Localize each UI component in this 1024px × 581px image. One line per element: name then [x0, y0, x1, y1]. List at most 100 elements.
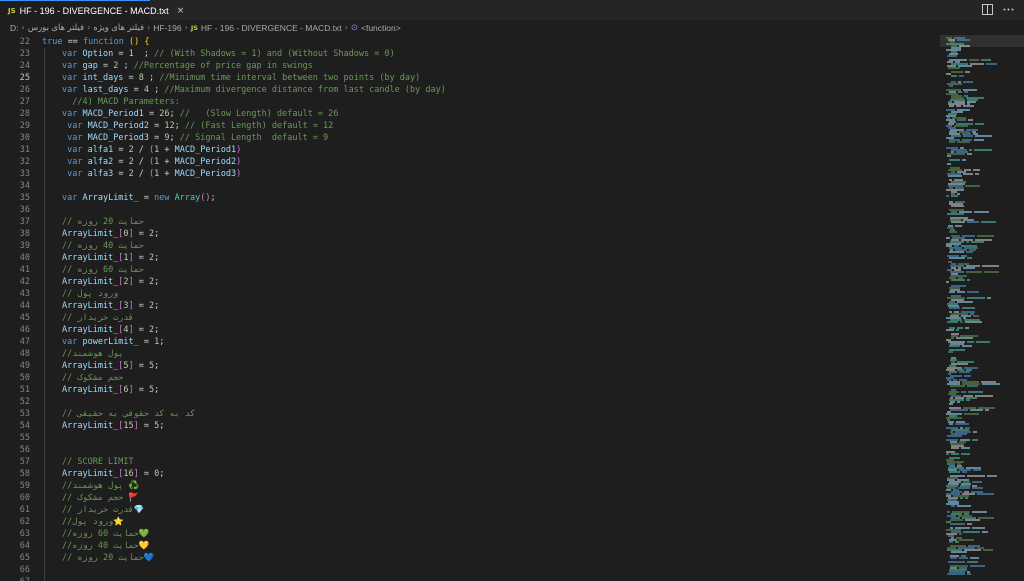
breadcrumb-folder-3[interactable]: HF-196 — [153, 23, 181, 33]
more-actions-icon[interactable] — [1003, 4, 1014, 15]
breadcrumb-symbol[interactable]: <function> — [361, 23, 401, 33]
code-line[interactable]: 57 // SCORE LIMIT — [0, 456, 940, 468]
code-line[interactable]: 43 // ورود پول — [0, 288, 940, 300]
code-line[interactable]: 56 — [0, 444, 940, 456]
code-line[interactable]: 51 ArrayLimit_[6] = 5; — [0, 384, 940, 396]
code-line[interactable]: 33 var alfa3 = 2 / (1 + MACD_Period3) — [0, 168, 940, 180]
minimap-line — [974, 149, 992, 151]
code-text: var MACD_Period2 = 12; // (Fast Length) … — [62, 120, 333, 132]
code-line[interactable]: 63 //حمایت 60 روزه💚 — [0, 528, 940, 540]
token-comment: // Signal Length default = 9 — [179, 133, 329, 143]
minimap-line — [949, 85, 953, 87]
code-line[interactable]: 26 var last_days = 4 ; //Maximum divergen… — [0, 84, 940, 96]
minimap-line — [957, 401, 960, 403]
indent-guide — [44, 444, 45, 456]
token-variable: ArrayLimit_ — [82, 193, 139, 203]
line-number: 53 — [19, 409, 30, 419]
close-icon[interactable]: × — [177, 6, 185, 16]
minimap-line — [973, 469, 981, 471]
indent-guide — [44, 144, 45, 156]
code-line[interactable]: 36 — [0, 204, 940, 216]
code-line[interactable]: 27 //4) MACD Parameters: — [0, 96, 940, 108]
code-line[interactable]: 52 — [0, 396, 940, 408]
token-keyword: var — [62, 73, 78, 83]
token-variable: Option — [82, 49, 114, 59]
code-line[interactable]: 37 // حمایت 20 روزه — [0, 216, 940, 228]
code-line[interactable]: 22 true == function () { — [0, 36, 940, 48]
breadcrumb-folder-1[interactable]: فیلتر های بورس — [28, 22, 84, 33]
code-line[interactable]: 49 ArrayLimit_[5] = 5; — [0, 360, 940, 372]
code-line[interactable]: 65 // حمایت 20 روزه💙 — [0, 552, 940, 564]
code-line[interactable]: 30 var MACD_Period3 = 9; // Signal Lengt… — [0, 132, 940, 144]
editor-tab[interactable]: JS HF - 196 - DIVERGENCE - MACD.txt × — [0, 0, 184, 20]
code-line[interactable]: 47 var powerLimit_ = 1; — [0, 336, 940, 348]
token-bracket2: ) — [236, 169, 242, 179]
code-line[interactable]: 35 var ArrayLimit_ = new Array(); — [0, 192, 940, 204]
code-editor[interactable]: 22 true == function () {23 var Option = 1 … — [0, 35, 940, 581]
minimap-line — [951, 505, 955, 507]
token-comment: // ورود پول — [62, 289, 119, 299]
minimap-line — [981, 59, 991, 61]
code-text: ArrayLimit_[1] = 2; — [62, 252, 159, 264]
code-line[interactable]: 62 //ورود پول⭐ — [0, 516, 940, 528]
code-line[interactable]: 24 var gap = 2 ; //Percentage of price ga… — [0, 60, 940, 72]
code-line[interactable]: 28 var MACD_Period1 = 26; // (Slow Length… — [0, 108, 940, 120]
breadcrumb-folder-2[interactable]: فیلتر های ویژه — [93, 22, 144, 33]
token-punct: = — [133, 253, 150, 263]
code-line[interactable]: 32 var alfa2 = 2 / (1 + MACD_Period2) — [0, 156, 940, 168]
code-line[interactable]: 53 // کد به کد حقوقی به حقیقی — [0, 408, 940, 420]
token-variable: MACD_Period3 — [87, 133, 150, 143]
line-number: 39 — [19, 241, 30, 251]
indent-guide — [44, 576, 45, 581]
minimap-line — [955, 225, 962, 227]
code-line[interactable]: 34 — [0, 180, 940, 192]
minimap-line — [969, 149, 972, 151]
token-comment: // حمایت 20 روزه — [62, 553, 144, 563]
token-variable: MACD_Period1 — [174, 145, 237, 155]
token-variable: MACD_Period2 — [174, 157, 237, 167]
breadcrumb-file[interactable]: HF - 196 - DIVERGENCE - MACD.txt — [201, 23, 342, 33]
code-line[interactable]: 64 //حمایت 40 روزه💛 — [0, 540, 940, 552]
code-line[interactable]: 58 ArrayLimit_[16] = 0; — [0, 468, 940, 480]
code-line[interactable]: 31 var alfa1 = 2 / (1 + MACD_Period1) — [0, 144, 940, 156]
minimap-line — [956, 105, 961, 107]
breadcrumb-drive[interactable]: D: — [10, 23, 19, 33]
code-line[interactable]: 44 ArrayLimit_[3] = 2; — [0, 300, 940, 312]
token-bracket2: ) — [236, 157, 242, 167]
code-line[interactable]: 66 — [0, 564, 940, 576]
code-text: // کد به کد حقوقی به حقیقی — [62, 408, 195, 420]
split-editor-icon[interactable] — [982, 4, 993, 15]
code-line[interactable]: 42 ArrayLimit_[2] = 2; — [0, 276, 940, 288]
minimap-line — [956, 337, 973, 339]
minimap-line — [947, 511, 950, 513]
minimap-line — [984, 271, 999, 273]
code-line[interactable]: 67 — [0, 576, 940, 581]
code-line[interactable]: 55 — [0, 432, 940, 444]
code-line[interactable]: 38 ArrayLimit_[0] = 2; — [0, 228, 940, 240]
code-line[interactable]: 59 //پول هوشمند ♻️ — [0, 480, 940, 492]
line-number: 64 — [19, 541, 30, 551]
code-text: //حمایت 40 روزه💛 — [62, 540, 149, 552]
token-comment: // حمایت 20 روزه — [62, 217, 144, 227]
token-punct: = — [149, 133, 165, 143]
minimap-line — [949, 291, 955, 293]
token-punct: ; — [154, 301, 160, 311]
code-line[interactable]: 39 // حمایت 40 روزه — [0, 240, 940, 252]
code-line[interactable]: 41 // حمایت 60 روزه — [0, 264, 940, 276]
code-line[interactable]: 25 var int_days = 8 ; //Minimum time inte… — [0, 72, 940, 84]
code-line[interactable]: 61 // قدرت خریدار💎 — [0, 504, 940, 516]
code-line[interactable]: 54 ArrayLimit_[15] = 5; — [0, 420, 940, 432]
minimap-line — [959, 539, 974, 541]
code-line[interactable]: 45 // قدرت خریدار — [0, 312, 940, 324]
minimap-line — [955, 541, 959, 543]
minimap[interactable] — [940, 35, 1024, 581]
code-line[interactable]: 29 var MACD_Period2 = 12; // (Fast Lengt… — [0, 120, 940, 132]
line-number: 29 — [19, 121, 30, 131]
code-line[interactable]: 23 var Option = 1 ; // (With Shadows = 1)… — [0, 48, 940, 60]
code-line[interactable]: 48 //پول هوشمند — [0, 348, 940, 360]
code-line[interactable]: 60 // حجم مشکوک 🚩 — [0, 492, 940, 504]
code-line[interactable]: 46 ArrayLimit_[4] = 2; — [0, 324, 940, 336]
code-line[interactable]: 50 // حجم مشکوک — [0, 372, 940, 384]
minimap-line — [966, 399, 970, 401]
code-line[interactable]: 40 ArrayLimit_[1] = 2; — [0, 252, 940, 264]
